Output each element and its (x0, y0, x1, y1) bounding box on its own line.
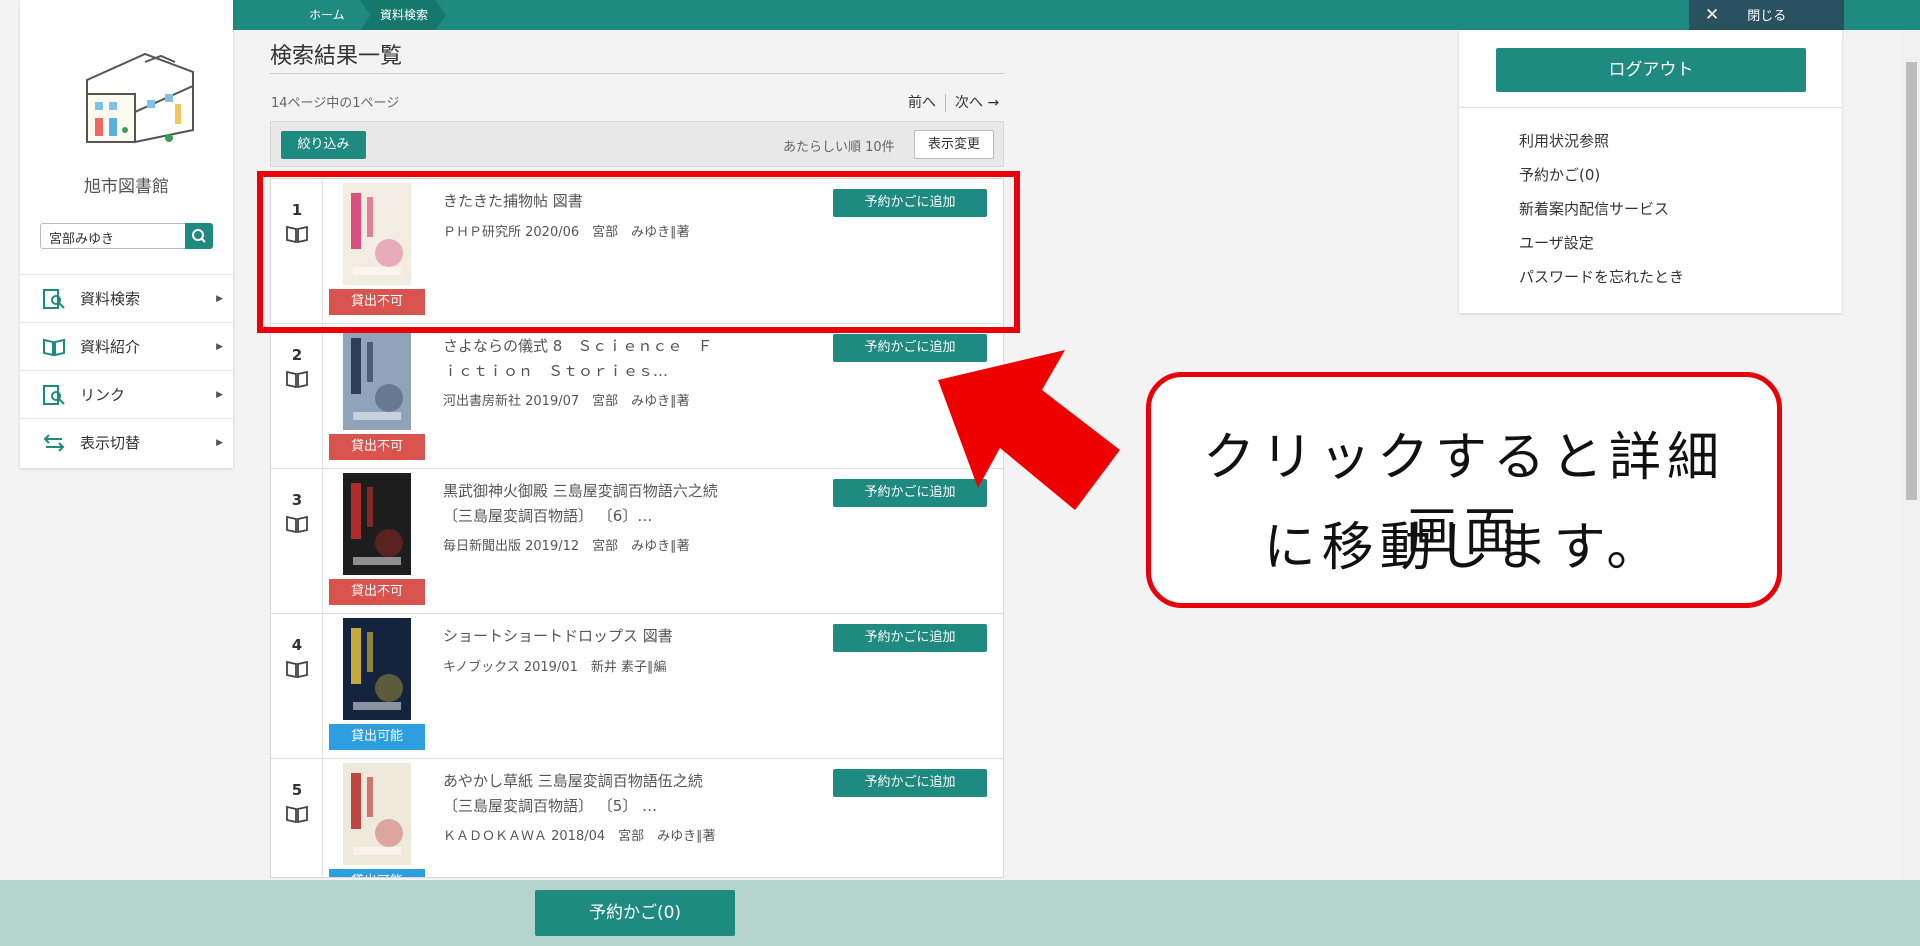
add-to-cart-button[interactable]: 予約かごに追加 (833, 769, 987, 797)
availability-badge: 貸出可能 (329, 724, 425, 750)
reservation-cart-link[interactable]: 予約かご(0) (1519, 164, 1600, 185)
scrollbar-thumb[interactable] (1906, 62, 1917, 500)
swap-arrows-icon (43, 434, 65, 452)
availability-badge: 貸出可能 (329, 869, 425, 877)
book-publisher-info: キノブックス 2019/01 新井 素子∥編 (443, 660, 667, 675)
availability-badge: 貸出不可 (329, 434, 425, 460)
caret-right-icon: ▶ (216, 294, 223, 304)
search-doc-icon (43, 289, 65, 309)
library-building-logo (86, 52, 194, 144)
book-cover-image[interactable] (343, 618, 411, 720)
filter-bar: 絞り込み あたらしい順 10件 表示変更 (270, 121, 1004, 167)
page-info: 14ページ中の1ページ (271, 96, 400, 111)
annotation-callout: クリックすると詳細画面 に移動します。 (1146, 372, 1782, 608)
sort-order[interactable]: あたらしい順 10件 (783, 136, 895, 155)
caret-right-icon: ▶ (216, 438, 223, 448)
user-menu-panel: ログアウト 利用状況参照 予約かご(0) 新着案内配信サービス ユーザ設定 パス… (1459, 30, 1842, 313)
divider (270, 73, 1004, 74)
result-number: 2 (291, 346, 303, 364)
sidebar-item-label: 資料検索 (80, 290, 141, 308)
availability-badge: 貸出不可 (329, 579, 425, 605)
top-bar (233, 0, 1920, 30)
new-arrivals-service-link[interactable]: 新着案内配信サービス (1519, 198, 1669, 219)
user-settings-link[interactable]: ユーザ設定 (1519, 232, 1594, 253)
search-icon (192, 229, 206, 243)
result-number: 5 (291, 781, 303, 799)
sidebar-item-label: 表示切替 (80, 434, 141, 452)
sidebar-item-introduction[interactable]: 資料紹介 ▶ (20, 322, 233, 370)
book-title-link[interactable]: ショートショートドロップス 図書 (443, 624, 773, 649)
close-label: 閉じる (1747, 9, 1787, 24)
book-title-line: あやかし草紙 三島屋変調百物語伍之続 (443, 772, 703, 790)
reservation-cart-button[interactable]: 予約かご(0) (535, 890, 735, 936)
book-title-line: 〔三島屋変調百物語〕 〔5〕 … (443, 797, 658, 815)
close-icon: ✕ (1705, 5, 1720, 25)
prev-page-link[interactable]: 前へ (908, 95, 936, 111)
callout-line: に移動します。 (1263, 518, 1665, 578)
logout-button[interactable]: ログアウト (1496, 48, 1806, 92)
forgot-password-link[interactable]: パスワードを忘れたとき (1519, 266, 1684, 287)
breadcrumb-current: 資料検索 (360, 0, 446, 30)
caret-right-icon: ▶ (216, 390, 223, 400)
book-cover-image[interactable] (343, 473, 411, 575)
sidebar-item-display-toggle[interactable]: 表示切替 ▶ (20, 418, 233, 466)
result-number: 3 (291, 491, 303, 509)
book-publisher-info: 河出書房新社 2019/07 宮部 みゆき∥著 (443, 394, 690, 409)
open-book-icon (286, 660, 308, 678)
result-index-column: 2 (271, 324, 323, 469)
open-book-icon (43, 338, 65, 357)
sidebar-item-links[interactable]: リンク ▶ (20, 370, 233, 418)
close-button[interactable]: ✕ 閉じる (1689, 0, 1844, 30)
book-title-line: さよならの儀式 8 Ｓｃｉｅｎｃｅ Ｆ (443, 337, 713, 355)
sidebar-item-label: リンク (80, 386, 126, 404)
divider (1459, 107, 1842, 108)
open-book-icon (286, 515, 308, 533)
book-title-line: ショートショートドロップス 図書 (443, 627, 673, 645)
result-row[interactable]: 3 貸出不可 黒武御神火御殿 三島屋変調百物語六之続 〔三島屋変調百物語〕 〔6… (271, 469, 1003, 614)
sidebar: 旭市図書館 宮部みゆき 資料検索 ▶ 資料紹介 ▶ リンク ▶ 表示切替 ▶ (20, 0, 233, 468)
open-book-icon (286, 805, 308, 823)
breadcrumb-home[interactable]: ホーム (276, 0, 372, 30)
book-title-line: 黒武御神火御殿 三島屋変調百物語六之続 (443, 482, 718, 500)
book-title-link[interactable]: 黒武御神火御殿 三島屋変調百物語六之続 〔三島屋変調百物語〕 〔6〕… (443, 479, 773, 529)
usage-status-link[interactable]: 利用状況参照 (1519, 130, 1609, 151)
library-name: 旭市図書館 (84, 177, 169, 197)
next-page-link[interactable]: 次へ → (955, 95, 999, 111)
result-index-column: 5 (271, 759, 323, 877)
bottom-bar: 予約かご(0) (0, 880, 1920, 946)
annotation-highlight-box (257, 171, 1020, 333)
add-to-cart-button[interactable]: 予約かごに追加 (833, 624, 987, 652)
filter-button[interactable]: 絞り込み (281, 131, 366, 159)
pager: 前へ 次へ → (908, 92, 999, 112)
sidebar-item-search[interactable]: 資料検索 ▶ (20, 274, 233, 322)
open-book-icon (286, 370, 308, 388)
book-publisher-info: 毎日新聞出版 2019/12 宮部 みゆき∥著 (443, 539, 690, 554)
divider (945, 94, 946, 112)
search-input[interactable]: 宮部みゆき (40, 223, 193, 249)
search-button[interactable] (185, 223, 213, 249)
book-cover-image[interactable] (343, 328, 411, 430)
page-title: 検索結果一覧 (270, 44, 403, 69)
change-view-button[interactable]: 表示変更 (914, 130, 994, 159)
result-row[interactable]: 4 貸出可能 ショートショートドロップス 図書 キノブックス 2019/01 新… (271, 614, 1003, 759)
annotation-arrow-icon (938, 350, 1120, 510)
result-row[interactable]: 2 貸出不可 さよならの儀式 8 Ｓｃｉｅｎｃｅ Ｆ ｉｃｔｉｏｎ Ｓｔｏｒｉｅ… (271, 324, 1003, 469)
book-cover-image[interactable] (343, 763, 411, 865)
book-publisher-info: ＫＡＤＯＫＡＷＡ 2018/04 宮部 みゆき∥著 (443, 829, 716, 844)
result-row[interactable]: 5 貸出可能 あやかし草紙 三島屋変調百物語伍之続 〔三島屋変調百物語〕 〔5〕… (271, 759, 1003, 877)
link-doc-icon (43, 385, 65, 405)
book-title-link[interactable]: さよならの儀式 8 Ｓｃｉｅｎｃｅ Ｆ ｉｃｔｉｏｎ Ｓｔｏｒｉｅｓ… (443, 334, 773, 384)
result-number: 4 (291, 636, 303, 654)
book-title-link[interactable]: あやかし草紙 三島屋変調百物語伍之続 〔三島屋変調百物語〕 〔5〕 … (443, 769, 773, 819)
sidebar-item-label: 資料紹介 (80, 338, 141, 356)
book-title-line: 〔三島屋変調百物語〕 〔6〕… (443, 507, 653, 525)
caret-right-icon: ▶ (216, 342, 223, 352)
result-index-column: 3 (271, 469, 323, 614)
result-index-column: 4 (271, 614, 323, 759)
book-title-line: ｉｃｔｉｏｎ Ｓｔｏｒｉｅｓ… (443, 362, 669, 380)
